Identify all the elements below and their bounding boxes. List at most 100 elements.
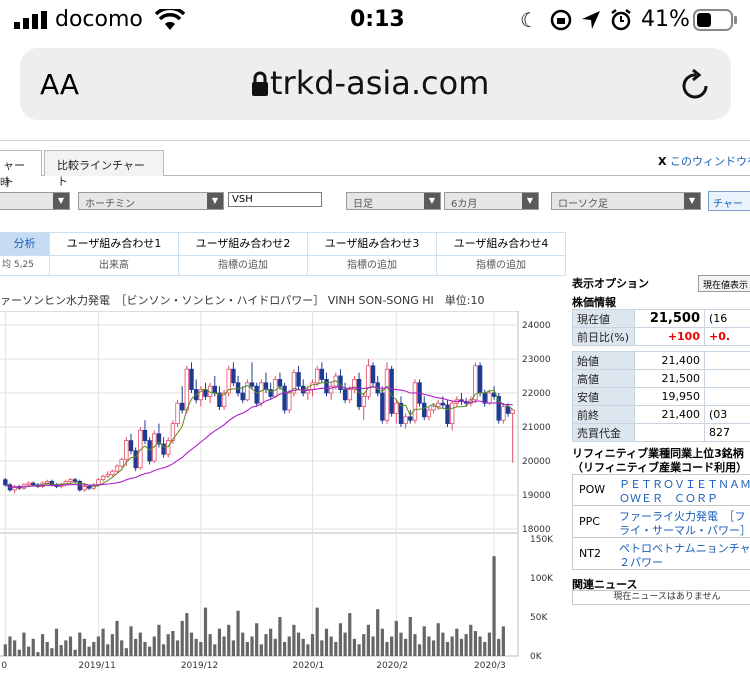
indicator-sub-add[interactable]: 指標の追加 [179, 256, 308, 276]
peer-row[interactable]: NT2 ペトロベトナムニョンチャ ２パワー [572, 537, 750, 570]
volume-bar [185, 613, 189, 656]
indicator-tab-analysis[interactable]: 分析 [0, 233, 50, 255]
candle-body [142, 430, 148, 442]
candle-body [3, 479, 8, 486]
candle-body [501, 406, 506, 421]
volume-bar [501, 626, 505, 656]
status-bar: docomo 0:13 ☾ 41% [0, 0, 750, 40]
indicator-tab-user4[interactable]: ユーザ組み合わせ4 [437, 233, 566, 255]
volume-bar [161, 644, 166, 656]
carrier-name: docomo [55, 7, 143, 32]
volume-bar [203, 607, 208, 656]
volume-bar [3, 644, 7, 656]
period-select[interactable]: 日足 ▼ [346, 192, 441, 210]
indicator-tab-user3[interactable]: ユーザ組み合わせ3 [308, 233, 437, 255]
indicator-sub-add[interactable]: 指標の追加 [308, 256, 437, 276]
candle-body [100, 475, 106, 481]
region-select[interactable]: ▼ [0, 192, 70, 210]
volume-bar [338, 623, 343, 656]
candle-body [408, 416, 413, 421]
indicator-sub-add[interactable]: 指標の追加 [437, 256, 566, 276]
candle-body [296, 372, 301, 387]
candle-body [435, 402, 441, 407]
volume-bar [315, 607, 319, 656]
volume-bar [278, 617, 282, 656]
volume-bar [171, 631, 175, 656]
volume-bar [394, 620, 398, 656]
battery-icon [693, 9, 737, 31]
dropdown-arrow-icon: ▼ [424, 193, 440, 209]
dropdown-arrow-icon: ▼ [522, 193, 538, 209]
volume-bar [366, 624, 370, 656]
current-value-display-button[interactable]: 現在値表示 [698, 275, 750, 292]
indicator-sub-volume[interactable]: 出来高 [50, 256, 179, 276]
candle-body [175, 402, 180, 424]
tab-chart[interactable]: ャート [0, 150, 42, 188]
dropdown-arrow-icon: ▼ [53, 193, 69, 209]
volume-bar [73, 649, 77, 656]
text-size-button[interactable]: AA [40, 68, 79, 101]
volume-bar [222, 636, 226, 656]
candle-body [426, 409, 432, 418]
candle-body [31, 482, 36, 486]
address-bar[interactable]: AA trkd-asia.com [20, 48, 731, 120]
price-change: +100 [634, 327, 705, 346]
candle-body [203, 389, 208, 397]
web-content: ャート 比較ラインチャート X このウィンドウを 時 ▼ ホーチミン ▼ VSH … [0, 140, 750, 684]
close-window-link[interactable]: X このウィンドウを [658, 153, 750, 169]
candle-body [68, 479, 73, 482]
tab-compare-line-chart[interactable]: 比較ラインチャート [44, 150, 164, 188]
ticker-input[interactable]: VSH [228, 192, 322, 207]
volume-bar [217, 628, 222, 656]
price-tick-label: 18000 [522, 525, 551, 535]
candle-body [231, 368, 236, 384]
volume-bar [250, 636, 254, 656]
volume-bar [40, 634, 45, 656]
volume-tick-label: 0K [530, 652, 543, 662]
date-tick-label: 2019/12 [181, 661, 218, 671]
candle-body [389, 368, 394, 414]
candle-body [105, 474, 110, 477]
candle-body [477, 365, 483, 394]
peer-row[interactable]: POW ＰＥＴＲＯＶＩＥＴＮＡＭ ＯＷＥＲ ＣＯＲＰ [572, 474, 750, 506]
volume-bar [380, 628, 384, 656]
candle-body [403, 416, 408, 425]
chart-button[interactable]: チャー [708, 191, 750, 211]
candle-body [147, 440, 152, 462]
stock-chart: 18000 19000 20000 21000 22000 23000 24000 0 2019… [0, 311, 554, 671]
ma25-line [5, 386, 513, 488]
candle-body [440, 402, 446, 406]
volume-bar [45, 641, 49, 656]
candle-body [324, 379, 329, 394]
ma5-line [5, 380, 513, 488]
table-row: 始値 21,400 [572, 351, 750, 370]
current-price: 21,500 [634, 309, 705, 328]
lock-icon [252, 71, 268, 96]
reload-icon[interactable] [680, 68, 712, 102]
indicator-tab-user1[interactable]: ユーザ組み合わせ1 [50, 233, 179, 255]
volume-bar [50, 648, 54, 656]
range-select[interactable]: 6カ月 ▼ [444, 192, 539, 210]
volume-bar [441, 632, 445, 656]
chart-style-select[interactable]: ローソク足 ▼ [551, 192, 701, 210]
volume-bar [101, 628, 105, 656]
candle-body [166, 440, 171, 455]
peers-subheading: （リフィニティブ産業コード利用） [572, 461, 748, 474]
news-empty-message: 現在ニュースはありません [572, 590, 750, 605]
volume-bar [245, 641, 249, 656]
volume-bar [134, 638, 138, 656]
peer-row[interactable]: PPC ファーライ火力発電 ［フ ライ・サーマル・パワー］ [572, 505, 750, 538]
candle-body [249, 382, 255, 387]
date-tick-label: 0 [1, 661, 7, 671]
candle-body [77, 480, 82, 491]
volume-bar [180, 620, 184, 656]
candle-body [445, 404, 450, 425]
indicator-tab-user2[interactable]: ユーザ組み合わせ2 [179, 233, 308, 255]
date-tick-label: 2019/11 [78, 661, 115, 671]
candle-body [124, 440, 129, 460]
volume-bar [324, 628, 329, 656]
market-select[interactable]: ホーチミン ▼ [78, 192, 224, 210]
quote-table: 現在値 21,500 (16 前日比(%) +100 +0. [572, 309, 750, 346]
volume-bar [208, 634, 212, 656]
candle-body [347, 389, 352, 401]
